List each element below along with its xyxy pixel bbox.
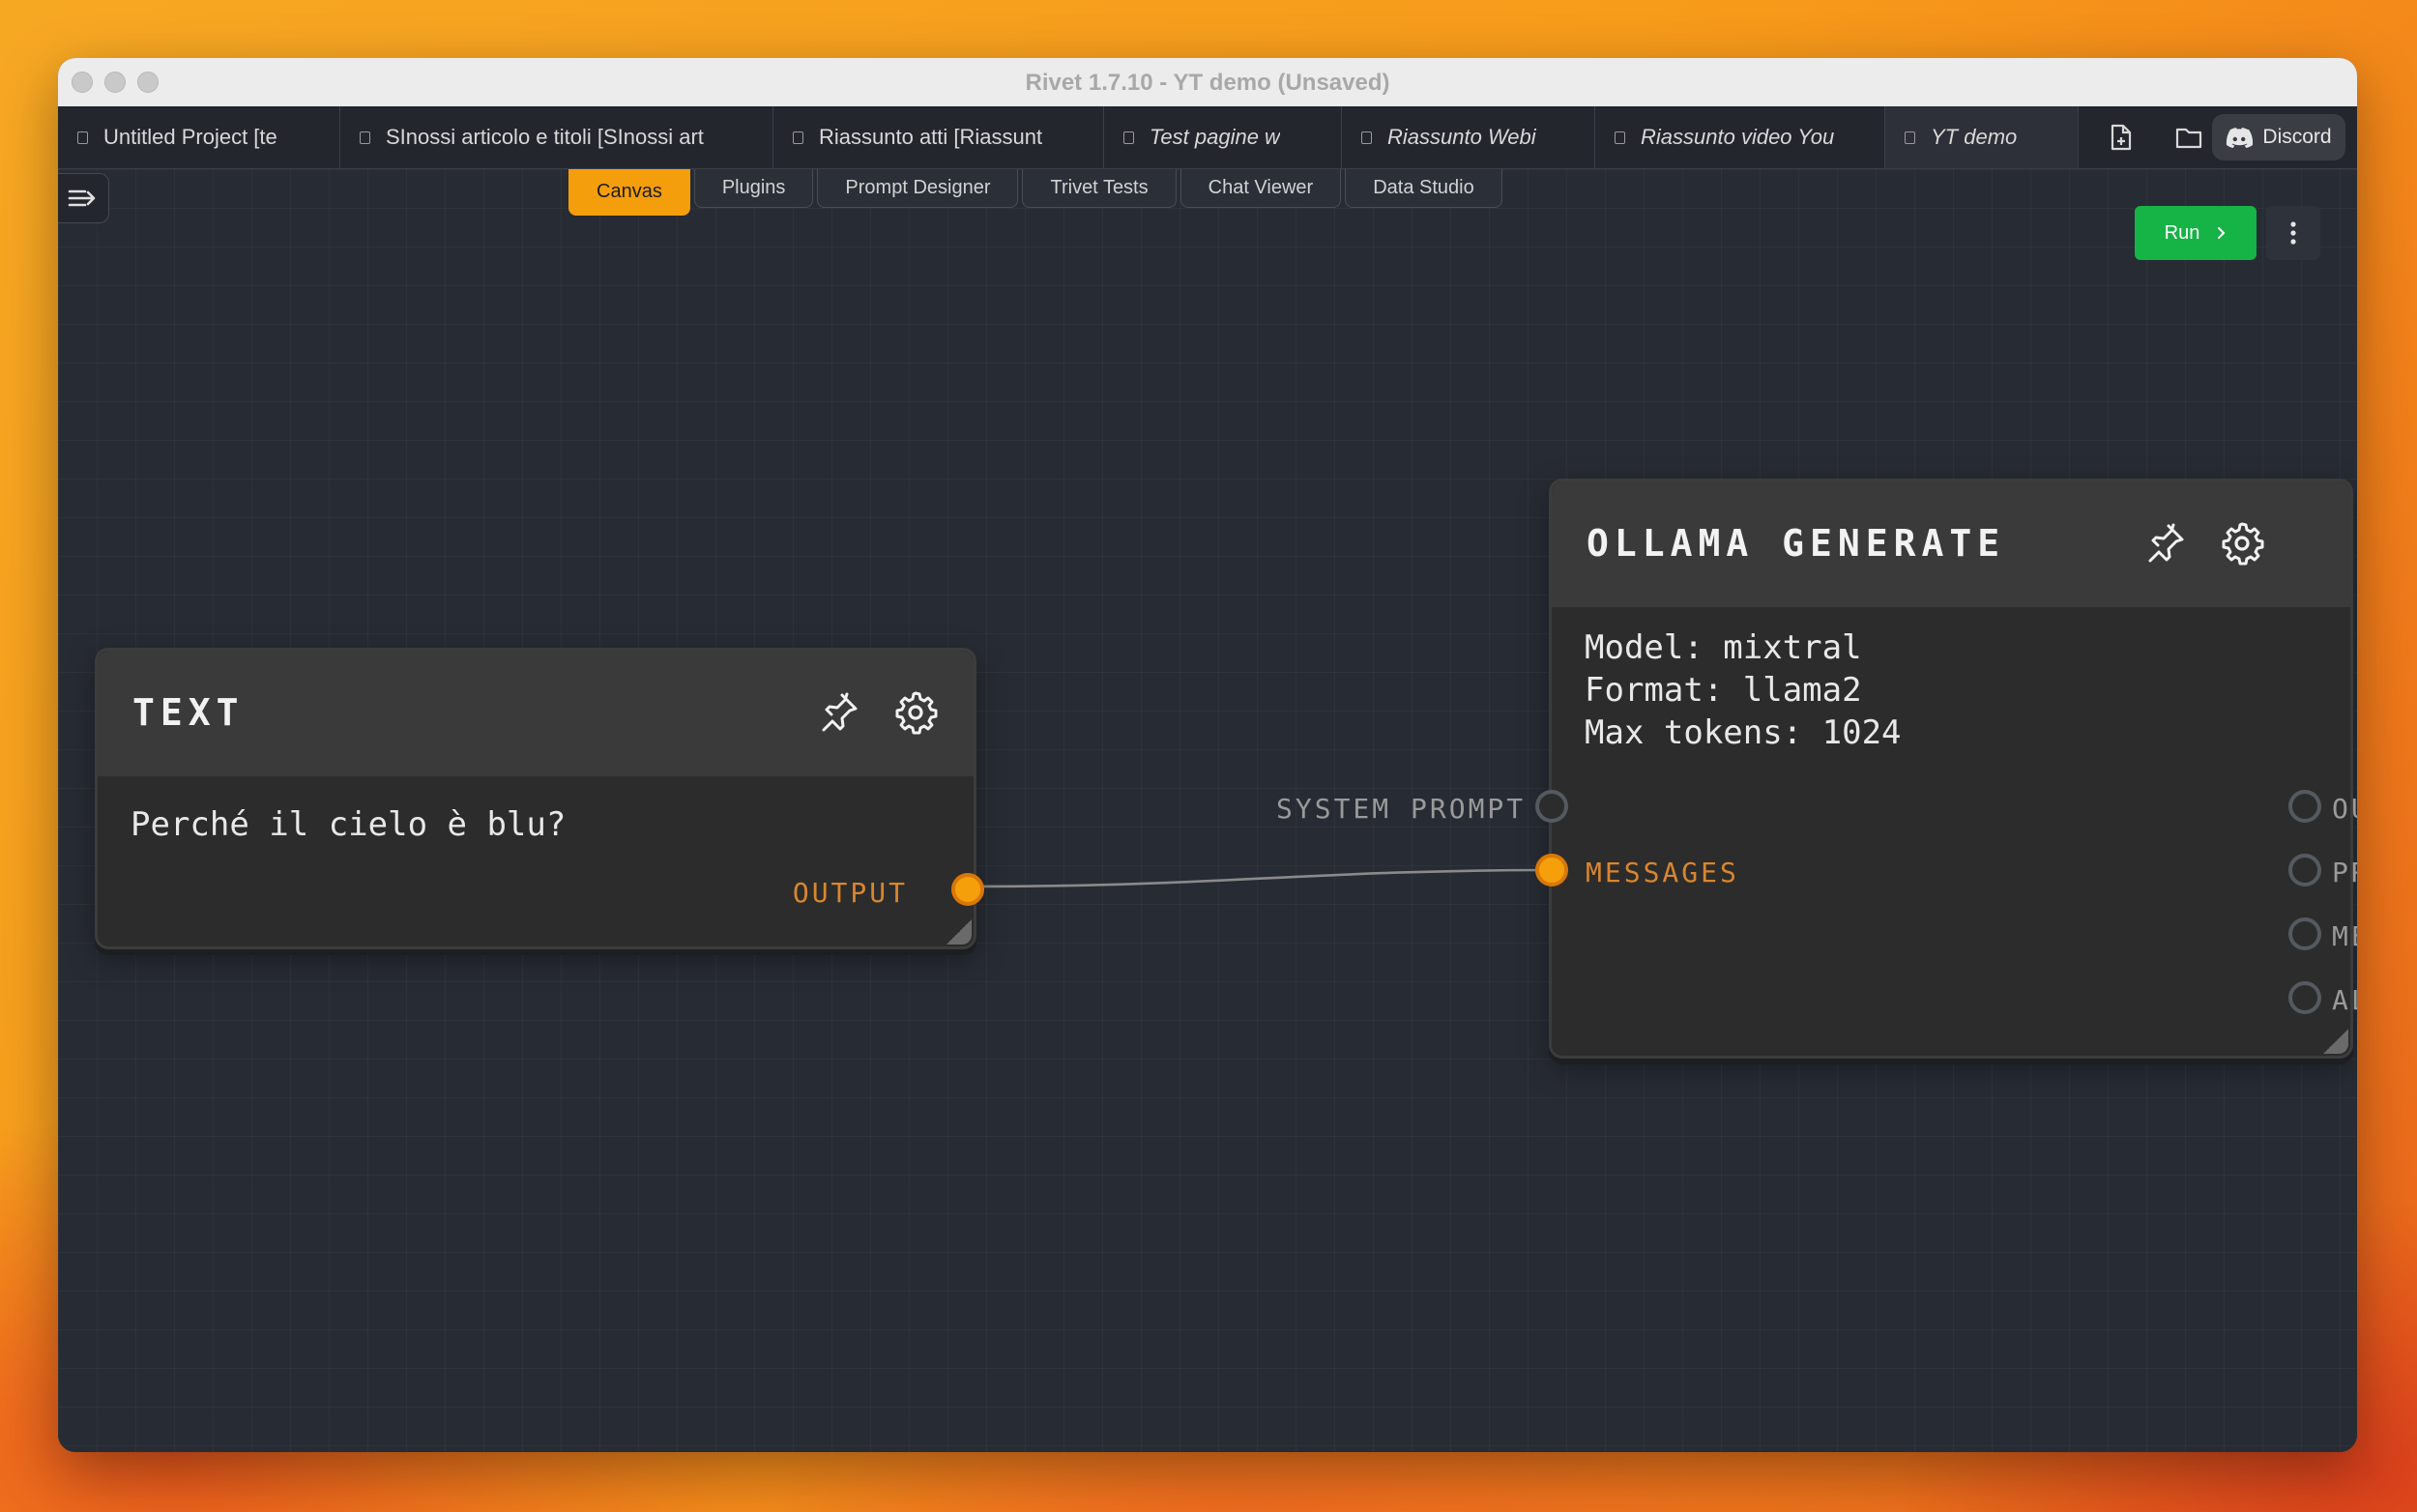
project-tab[interactable]: Riassunto video You xyxy=(1595,106,1885,168)
project-tab[interactable]: Test pagine w xyxy=(1104,106,1342,168)
document-icon xyxy=(1615,131,1625,144)
messages-port-label: MESSAGES xyxy=(1586,857,1739,888)
output-port[interactable] xyxy=(951,873,984,906)
document-icon xyxy=(793,131,803,144)
project-tab-bar: Untitled Project [te SInossi articolo e … xyxy=(58,106,2357,169)
open-project-button[interactable] xyxy=(2166,116,2212,159)
project-tab-label: Test pagine w xyxy=(1150,125,1280,149)
all-output-port[interactable] xyxy=(2288,981,2321,1014)
title-bar: Rivet 1.7.10 - YT demo (Unsaved) xyxy=(58,58,2357,107)
project-tab-label: YT demo xyxy=(1931,125,2018,149)
system-prompt-input-port[interactable] xyxy=(1535,790,1568,823)
max-tokens-line: Max tokens: 1024 xyxy=(1585,713,1902,752)
project-tab-active[interactable]: YT demo xyxy=(1885,106,2079,168)
output-port-label: OUTPUT xyxy=(792,877,908,909)
text-node[interactable]: TEXT Perché il cielo è blu? OUTPUT xyxy=(95,648,984,949)
project-tab[interactable]: Riassunto atti [Riassunt xyxy=(773,106,1104,168)
pin-icon[interactable] xyxy=(815,689,861,736)
project-tab-label: SInossi articolo e titoli [SInossi art xyxy=(386,125,704,149)
system-prompt-port-label: SYSTEM PROMPT xyxy=(1276,793,1527,825)
messages-input-port[interactable] xyxy=(1535,854,1568,887)
graph-canvas[interactable]: Canvas Plugins Prompt Designer Trivet Te… xyxy=(58,169,2357,1452)
project-tab-label: Untitled Project [te xyxy=(103,125,277,149)
project-tab-label: Riassunto video You xyxy=(1641,125,1835,149)
project-tab[interactable]: Riassunto Webi xyxy=(1342,106,1595,168)
model-line: Model: mixtral xyxy=(1585,628,1862,667)
pin-icon[interactable] xyxy=(2141,520,2188,567)
node-text-content: Perché il cielo è blu? xyxy=(131,805,567,844)
connection-wire[interactable] xyxy=(970,868,1553,888)
output-port[interactable] xyxy=(2288,790,2321,823)
discord-button[interactable]: Discord xyxy=(2212,114,2345,160)
format-line: Format: llama2 xyxy=(1585,671,1862,710)
app-window: Rivet 1.7.10 - YT demo (Unsaved) Untitle… xyxy=(58,58,2357,1452)
messages-output-port[interactable] xyxy=(2288,917,2321,950)
document-icon xyxy=(1905,131,1915,144)
messages-output-label: ME xyxy=(2332,920,2357,952)
new-project-button[interactable] xyxy=(2098,116,2144,159)
document-icon xyxy=(1123,131,1134,144)
window-title: Rivet 1.7.10 - YT demo (Unsaved) xyxy=(1025,70,1390,96)
discord-icon xyxy=(2227,128,2254,148)
project-tab-label: Riassunto atti [Riassunt xyxy=(819,125,1043,149)
output-port-label: OU xyxy=(2332,793,2357,825)
prompt-port-label: PR xyxy=(2332,857,2357,888)
more-options-button[interactable] xyxy=(2266,206,2320,260)
all-output-label: AL xyxy=(2332,984,2357,1016)
resize-handle[interactable] xyxy=(2323,1029,2348,1054)
document-icon xyxy=(1361,131,1372,144)
gear-icon[interactable] xyxy=(2219,520,2265,567)
run-button[interactable]: Run xyxy=(2135,206,2257,260)
new-file-icon xyxy=(2111,124,2132,151)
document-icon xyxy=(77,131,88,144)
run-label: Run xyxy=(2164,221,2200,244)
discord-label: Discord xyxy=(2262,126,2332,148)
node-header[interactable]: OLLAMA GENERATE xyxy=(1552,481,2350,607)
project-tab[interactable]: SInossi articolo e titoli [SInossi art xyxy=(340,106,773,168)
node-header[interactable]: TEXT xyxy=(98,651,974,776)
prompt-output-port[interactable] xyxy=(2288,854,2321,887)
document-icon xyxy=(360,131,370,144)
ollama-generate-node[interactable]: OLLAMA GENERATE Model: mixtral Format: l… xyxy=(1549,479,2353,1059)
node-title: OLLAMA GENERATE xyxy=(1587,522,2006,565)
folder-icon xyxy=(2175,128,2202,149)
kebab-menu-icon xyxy=(2290,221,2296,245)
gear-icon[interactable] xyxy=(892,689,939,736)
node-title: TEXT xyxy=(132,691,245,734)
node-settings-summary: Model: mixtral Format: llama2 Max tokens… xyxy=(1585,626,1902,754)
project-tab-label: Riassunto Webi xyxy=(1387,125,1536,149)
project-tab[interactable]: Untitled Project [te xyxy=(58,106,340,168)
resize-handle[interactable] xyxy=(946,919,972,945)
chevron-right-icon xyxy=(2218,227,2226,239)
